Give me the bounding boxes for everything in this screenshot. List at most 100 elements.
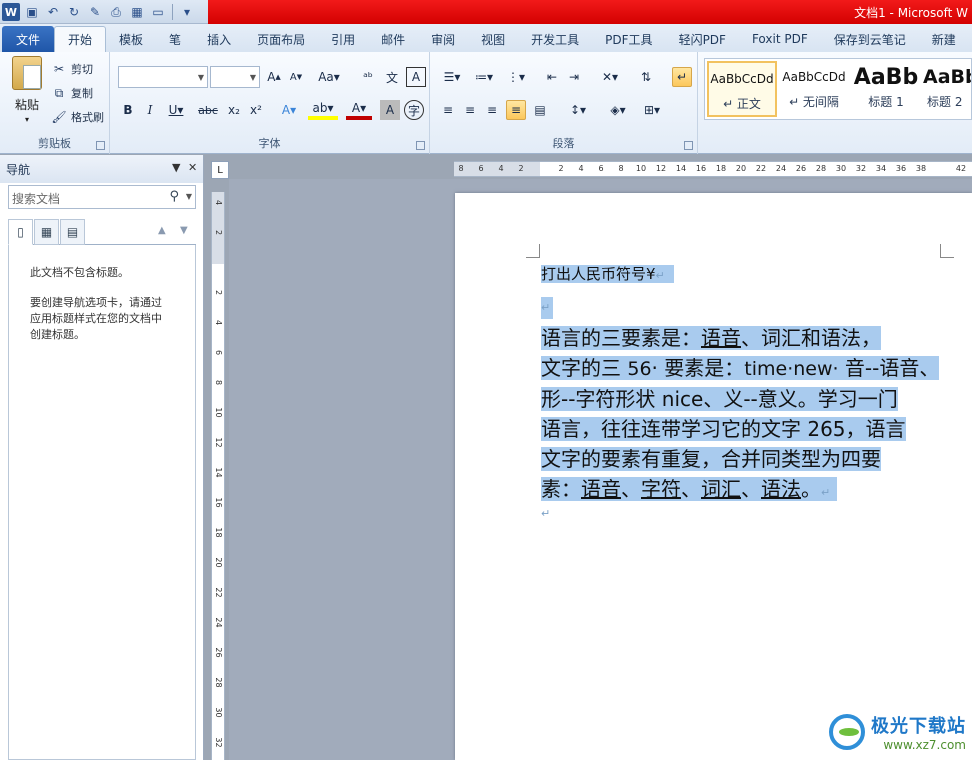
tab-review[interactable]: 审阅 bbox=[418, 26, 468, 52]
nav-tabs: ▯ ▦ ▤ ▲ ▼ bbox=[8, 219, 196, 245]
tab-light-pdf[interactable]: 轻闪PDF bbox=[666, 26, 739, 52]
empty-paragraph[interactable]: ↵ bbox=[541, 507, 550, 520]
change-case-icon[interactable]: Aa▾ bbox=[316, 67, 342, 87]
tab-pdf-tools[interactable]: PDF工具 bbox=[592, 26, 665, 52]
horizontal-ruler[interactable]: 8 6 4 2 2 4 6 8 10 12 14 16 18 20 22 24 26 28 30 32 34 36 38 42 bbox=[454, 161, 972, 177]
strikethrough-icon[interactable]: abc bbox=[196, 100, 220, 120]
sort-icon[interactable]: ⇅ bbox=[636, 67, 656, 87]
style-no-spacing[interactable]: AaBbCcDd ↵ 无间隔 bbox=[779, 61, 849, 117]
undo-icon[interactable]: ↶ bbox=[44, 3, 62, 21]
font-group-label: 字体 bbox=[258, 137, 281, 150]
ruler-number: 16 bbox=[214, 497, 223, 508]
align-left-icon[interactable]: ≡ bbox=[438, 100, 458, 120]
char-border-icon[interactable]: A bbox=[406, 67, 426, 87]
edit-icon[interactable]: ✎ bbox=[86, 3, 104, 21]
tab-results-icon[interactable]: ▤ bbox=[60, 219, 85, 245]
font-color-icon[interactable]: A▾ bbox=[346, 100, 372, 120]
tab-references[interactable]: 引用 bbox=[318, 26, 368, 52]
char-shading-icon[interactable]: A bbox=[380, 100, 400, 120]
tab-view[interactable]: 视图 bbox=[468, 26, 518, 52]
clipboard-launcher-icon[interactable] bbox=[96, 141, 105, 150]
search-input[interactable]: 搜索文档 ⚲ ▼ bbox=[8, 185, 196, 209]
numbering-icon[interactable]: ≔▾ bbox=[470, 67, 498, 87]
word-icon[interactable]: W bbox=[2, 3, 20, 21]
cut-button[interactable]: ✂ 剪切 bbox=[50, 60, 93, 78]
tab-headings-icon[interactable]: ▯ bbox=[8, 219, 33, 245]
tab-pen[interactable]: 笔 bbox=[156, 26, 194, 52]
clear-format-icon[interactable]: ᵃᵇ bbox=[358, 67, 378, 87]
previous-icon[interactable]: ▲ bbox=[158, 225, 166, 236]
tab-file[interactable]: 文件 bbox=[2, 26, 55, 52]
tab-page-layout[interactable]: 页面布局 bbox=[244, 26, 318, 52]
align-right-icon[interactable]: ≡ bbox=[482, 100, 502, 120]
copy-button[interactable]: ⧉ 复制 bbox=[50, 84, 93, 102]
distributed-icon[interactable]: ▤ bbox=[530, 100, 550, 120]
chevron-down-icon[interactable]: ▼ bbox=[186, 192, 192, 201]
font-launcher-icon[interactable] bbox=[416, 141, 425, 150]
tab-mailings[interactable]: 邮件 bbox=[368, 26, 418, 52]
text-effect-icon[interactable]: A▾ bbox=[276, 100, 302, 120]
nav-title: 导航 bbox=[6, 162, 31, 177]
tab-insert[interactable]: 插入 bbox=[194, 26, 244, 52]
save-icon[interactable]: ▣ bbox=[23, 3, 41, 21]
multilevel-list-icon[interactable]: ⋮▾ bbox=[502, 67, 530, 87]
tab-templates[interactable]: 模板 bbox=[106, 26, 156, 52]
underline-icon[interactable]: U▾ bbox=[164, 100, 188, 120]
subscript-icon[interactable]: x₂ bbox=[224, 100, 244, 120]
font-size-combo[interactable]: ▼ bbox=[210, 66, 260, 88]
tab-pages-icon[interactable]: ▦ bbox=[34, 219, 59, 245]
paste-button[interactable]: 粘贴 ▾ bbox=[8, 56, 46, 136]
text-line: 语言，往往连带学习它的文字 265，语言 bbox=[541, 414, 951, 444]
chevron-down-icon: ▼ bbox=[197, 73, 204, 82]
print-icon[interactable]: ⎙ bbox=[107, 3, 125, 21]
paragraph-3[interactable]: 语言的三要素是：语音、词汇和语法， 文字的三 56· 要素是：time·new·… bbox=[541, 323, 951, 508]
enclose-char-icon[interactable]: 字 bbox=[404, 100, 424, 120]
document-page[interactable]: 打出人民币符号¥↵ ↵ 语言的三要素是：语音、词汇和语法， 文字的三 56· 要… bbox=[455, 193, 972, 760]
asian-layout-icon[interactable]: ✕▾ bbox=[596, 67, 624, 87]
paragraph-mark: ↵ bbox=[541, 507, 551, 520]
increase-indent-icon[interactable]: ⇥ bbox=[564, 67, 584, 87]
style-heading-1[interactable]: AaBb 标题 1 bbox=[851, 61, 921, 117]
paragraph-launcher-icon[interactable] bbox=[684, 141, 693, 150]
ruler-number: 6 bbox=[478, 164, 484, 173]
font-name-combo[interactable]: ▼ bbox=[118, 66, 208, 88]
borders-icon[interactable]: ⊞▾ bbox=[638, 100, 666, 120]
format-painter-button[interactable]: 🖌 格式刷 bbox=[50, 108, 104, 126]
align-center-icon[interactable]: ≡ bbox=[460, 100, 480, 120]
tab-selector-icon[interactable]: L bbox=[211, 161, 229, 179]
bullets-icon[interactable]: ☰▾ bbox=[438, 67, 466, 87]
tab-new[interactable]: 新建 bbox=[919, 26, 969, 52]
more-icon[interactable]: ▾ bbox=[178, 3, 196, 21]
shading-icon[interactable]: ◈▾ bbox=[604, 100, 632, 120]
close-icon[interactable]: ✕ bbox=[188, 161, 197, 174]
decrease-indent-icon[interactable]: ⇤ bbox=[542, 67, 562, 87]
tab-home[interactable]: 开始 bbox=[54, 26, 107, 52]
paragraph-1[interactable]: 打出人民币符号¥↵ bbox=[541, 263, 675, 287]
vertical-ruler[interactable]: 4 2 2 4 6 8 10 12 14 16 18 20 22 24 26 28 30 32 bbox=[211, 192, 225, 760]
tab-foxit-pdf[interactable]: Foxit PDF bbox=[739, 26, 821, 52]
superscript-icon[interactable]: x² bbox=[246, 100, 266, 120]
search-icon[interactable]: ⚲ bbox=[169, 189, 179, 204]
shrink-font-icon[interactable]: A ▼ bbox=[286, 67, 306, 87]
line-spacing-icon[interactable]: ↕▾ bbox=[564, 100, 592, 120]
phonetic-guide-icon[interactable]: 文 bbox=[382, 67, 402, 87]
empty-paragraph[interactable]: ↵ bbox=[541, 297, 553, 319]
justify-icon[interactable]: ≡ bbox=[506, 100, 526, 120]
nav-options-icon[interactable]: ▼ bbox=[172, 161, 180, 174]
text-run: 、 bbox=[741, 477, 761, 501]
next-icon[interactable]: ▼ bbox=[180, 225, 188, 236]
bold-icon[interactable]: B bbox=[118, 100, 138, 120]
highlight-icon[interactable]: ab▾ bbox=[308, 100, 338, 120]
redo-icon[interactable]: ↻ bbox=[65, 3, 83, 21]
style-normal[interactable]: AaBbCcDd ↵ 正文 bbox=[707, 61, 777, 117]
show-marks-icon[interactable]: ↵ bbox=[672, 67, 692, 87]
tab-developer[interactable]: 开发工具 bbox=[518, 26, 592, 52]
book-icon[interactable]: ▭ bbox=[149, 3, 167, 21]
tab-save-cloud-note[interactable]: 保存到云笔记 bbox=[821, 26, 919, 52]
style-heading-2[interactable]: AaBb 标题 2 bbox=[923, 61, 971, 117]
italic-icon[interactable]: I bbox=[140, 100, 160, 120]
paste-dropdown-icon[interactable]: ▾ bbox=[25, 115, 29, 124]
grow-font-icon[interactable]: A ▲ bbox=[264, 67, 284, 87]
layout-icon[interactable]: ▦ bbox=[128, 3, 146, 21]
ruler-number: 32 bbox=[855, 164, 867, 173]
